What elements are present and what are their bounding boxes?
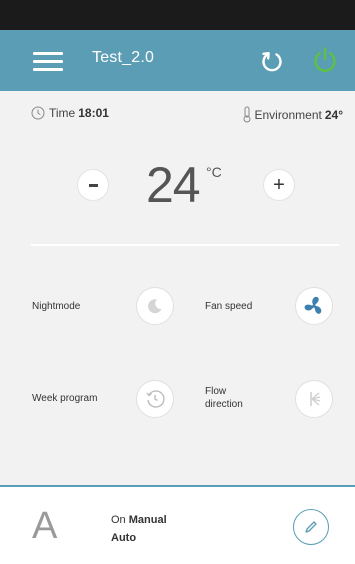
status-bar xyxy=(0,0,355,30)
app-header: Test_2.0 xyxy=(0,30,355,91)
mode-bar: A On Manual Auto xyxy=(0,485,355,564)
minus-icon xyxy=(88,183,98,187)
history-clock-icon xyxy=(146,390,165,408)
nightmode-label: Nightmode xyxy=(32,301,81,312)
nightmode-button[interactable] xyxy=(136,287,174,325)
power-icon[interactable] xyxy=(310,45,340,75)
environment-info: Environment 24° xyxy=(242,106,343,123)
decrease-temperature-button[interactable] xyxy=(77,169,109,201)
temperature-unit: °C xyxy=(206,164,222,180)
temperature-row: 24 °C + xyxy=(0,156,355,216)
mode-type: Auto xyxy=(111,532,137,544)
environment-value: 24° xyxy=(324,107,343,122)
week-program-label: Week program xyxy=(32,393,98,404)
refresh-icon[interactable] xyxy=(258,47,286,75)
airflow-icon xyxy=(310,392,321,406)
fan-icon xyxy=(304,296,322,314)
time-value: 18:01 xyxy=(78,106,109,120)
week-program-button[interactable] xyxy=(136,380,174,418)
menu-icon[interactable] xyxy=(33,52,63,72)
fan-speed-label: Fan speed xyxy=(205,301,253,312)
main-panel: Time 18:01 Environment 24° 24 °C + Night… xyxy=(0,91,355,485)
flow-direction-label: Flow direction xyxy=(205,385,243,411)
temperature-value: 24 xyxy=(146,157,201,213)
flow-direction-label-line1: Flow xyxy=(205,386,227,397)
mode-status: On Manual xyxy=(111,514,167,526)
increase-temperature-button[interactable]: + xyxy=(263,169,295,201)
moon-icon xyxy=(148,299,162,314)
edit-button[interactable] xyxy=(293,509,329,545)
clock-icon xyxy=(31,106,45,120)
environment-label: Environment xyxy=(254,107,322,122)
flow-direction-label-line2: direction xyxy=(205,399,243,410)
thermometer-icon xyxy=(242,106,252,123)
fan-speed-button[interactable] xyxy=(295,287,333,325)
device-title: Test_2.0 xyxy=(92,49,155,66)
pencil-icon xyxy=(305,521,317,533)
time-label: Time xyxy=(49,106,76,120)
divider xyxy=(31,244,339,246)
mode-status-value: Manual xyxy=(128,514,167,526)
mode-status-prefix: On xyxy=(111,514,126,526)
mode-letter: A xyxy=(32,505,58,547)
time-info: Time 18:01 xyxy=(31,106,109,120)
flow-direction-button[interactable] xyxy=(295,380,333,418)
